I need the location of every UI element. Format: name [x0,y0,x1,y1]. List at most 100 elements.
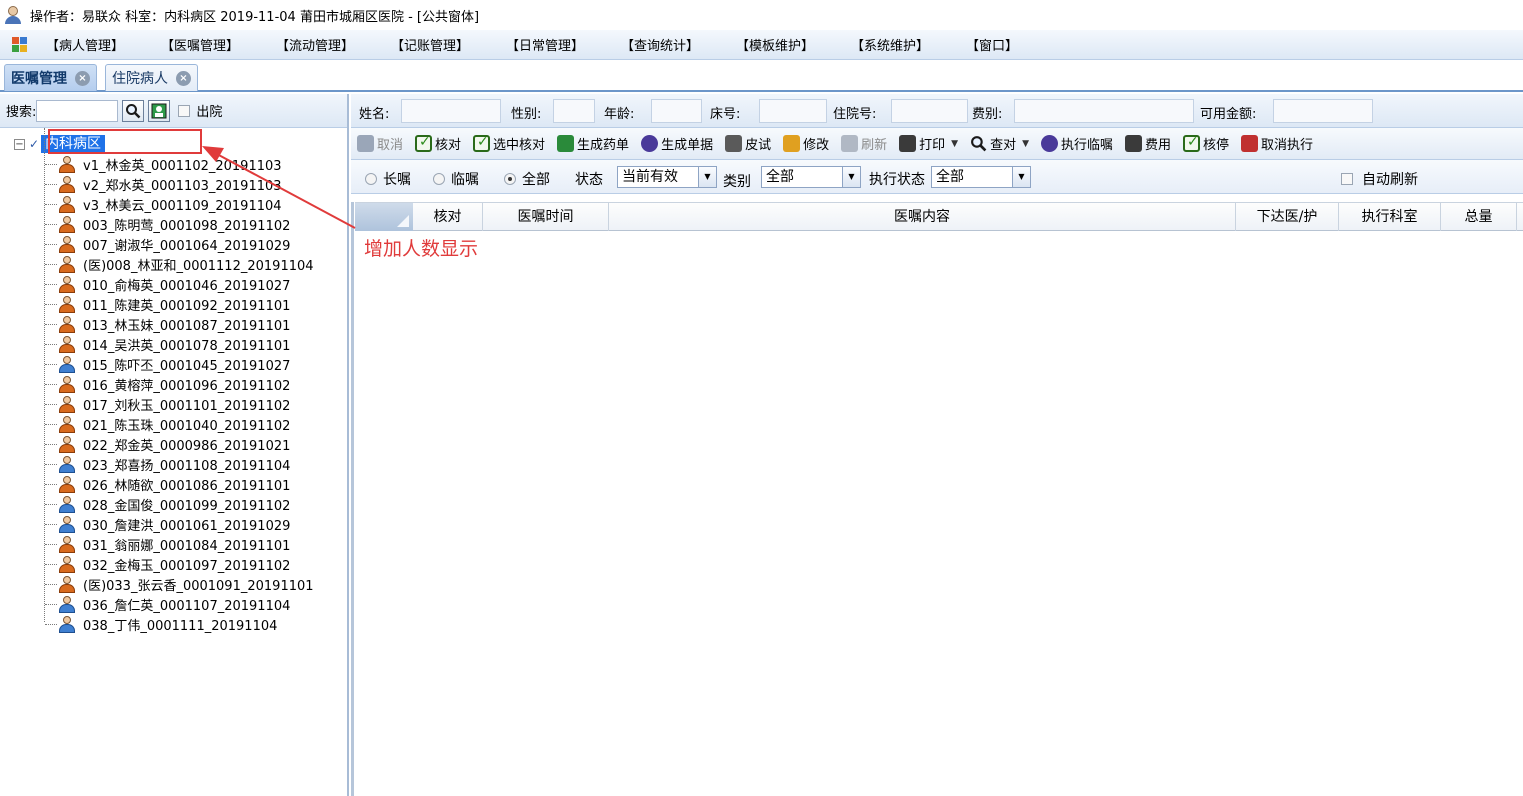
patient-tree-item[interactable]: 003_陈明莺_0001098_20191102 [0,214,347,234]
patient-tree-item[interactable]: 021_陈玉珠_0001040_20191102 [0,414,347,434]
toolbar-button[interactable]: 取消 [357,134,403,153]
menu-flow-management[interactable]: 【流动管理】 [276,35,391,54]
patient-tree-item[interactable]: 014_吴洪英_0001078_20191101 [0,334,347,354]
menu-query-statistics[interactable]: 【查询统计】 [621,35,736,54]
toolbar-button[interactable]: 取消执行 [1241,134,1313,153]
patient-tree-item[interactable]: 022_郑金英_0000986_20191021 [0,434,347,454]
collapse-icon[interactable]: − [14,138,25,150]
patient-tree-item[interactable]: 030_詹建洪_0001061_20191029 [0,514,347,534]
tab-inpatients[interactable]: 住院病人 × [105,64,198,91]
chevron-down-icon[interactable]: ▼ [698,167,716,187]
category-select[interactable]: 全部 ▼ [761,166,861,188]
close-icon[interactable]: × [176,70,191,86]
menu-template-maintenance[interactable]: 【模板维护】 [736,35,851,54]
patient-label: v2_郑水英_0001103_20191103 [83,178,282,194]
chevron-down-icon[interactable]: ▼ [1022,139,1029,149]
menu-window[interactable]: 【窗口】 [966,35,1081,54]
toolbar-button[interactable]: 生成单据 [641,134,713,153]
patient-tree-item[interactable]: 026_林随欲_0001086_20191101 [0,474,347,494]
edit-icon [783,135,801,152]
auto-refresh-option[interactable]: 自动刷新 [1341,169,1418,189]
toolbar-button[interactable]: 皮试 [725,134,771,153]
age-field[interactable] [651,99,702,123]
temporary-option[interactable]: 临嘱 [433,169,479,189]
available-amount-field[interactable] [1273,99,1373,123]
all-radio[interactable] [504,173,516,185]
admission-no-field[interactable] [891,99,968,123]
col-issuer[interactable]: 下达医/护 [1236,203,1339,231]
menu-accounting-management[interactable]: 【记账管理】 [391,35,506,54]
close-icon[interactable]: × [75,70,90,86]
status-select[interactable]: 当前有效 ▼ [617,166,717,188]
toolbar-button[interactable]: 查对 ▼ [970,134,1029,153]
toolbar-button[interactable]: 打印 ▼ [899,134,958,153]
patient-tree-item[interactable]: v3_林美云_0001109_20191104 [0,194,347,214]
all-option[interactable]: 全部 [504,169,550,189]
order-panel: 姓名: 性别: 年龄: 床号: 住院号: 费别: 可用金额: 取消 ✓ 核对 ✓ 选中核… [351,94,1523,796]
toolbar-button[interactable]: 刷新 [841,134,887,153]
patient-tree-item[interactable]: 036_詹仁英_0001107_20191104 [0,594,347,614]
auto-refresh-checkbox[interactable] [1341,173,1353,185]
patient-tree-item[interactable]: 011_陈建英_0001092_20191101 [0,294,347,314]
tab-order-management[interactable]: 医嘱管理 × [4,64,97,91]
col-order-time[interactable]: 医嘱时间 [483,203,609,231]
patient-tree-item[interactable]: v1_林金英_0001102_20191103 [0,154,347,174]
chevron-down-icon[interactable]: ▼ [1012,167,1030,187]
patient-tree-item[interactable]: 007_谢淑华_0001064_20191029 [0,234,347,254]
refresh-icon [841,135,859,152]
toolbar-button[interactable]: 修改 [783,134,829,153]
name-field[interactable] [401,99,501,123]
tree-branch-line [45,284,57,285]
patient-tree-item[interactable]: 013_林玉妹_0001087_20191101 [0,314,347,334]
exec-status-select[interactable]: 全部 ▼ [931,166,1031,188]
patient-tree-item[interactable]: 032_金梅玉_0001097_20191102 [0,554,347,574]
select-all-corner[interactable] [355,203,413,231]
menu-daily-management[interactable]: 【日常管理】 [506,35,621,54]
discharged-checkbox[interactable] [178,104,191,117]
locate-patient-button[interactable] [148,99,171,122]
col-total[interactable]: 总量 [1441,203,1517,231]
patient-tree-item[interactable]: 028_金国俊_0001099_20191102 [0,494,347,514]
patient-tree-item[interactable]: 016_黄榕萍_0001096_20191102 [0,374,347,394]
gender-field[interactable] [553,99,595,123]
col-order-content[interactable]: 医嘱内容 [609,203,1236,231]
patient-tree-item[interactable]: 023_郑喜扬_0001108_20191104 [0,454,347,474]
patient-label: 017_刘秋玉_0001101_20191102 [83,398,291,414]
patient-tree-item[interactable]: (医)033_张云香_0001091_20191101 [0,574,347,594]
chevron-down-icon[interactable]: ▼ [951,139,958,149]
toolbar-button[interactable]: 费用 [1125,134,1171,153]
toolbar-button[interactable]: 执行临嘱 [1041,134,1113,153]
tree-branch-line [45,164,57,165]
female-patient-icon [58,195,76,213]
app-menu-icon[interactable] [12,36,28,53]
long-term-radio[interactable] [365,173,377,185]
medicine-icon [557,135,575,152]
grid-left-border [351,202,354,796]
patient-tree-item[interactable]: 038_丁伟_0001111_20191104 [0,614,347,634]
menu-system-maintenance[interactable]: 【系统维护】 [851,35,966,54]
bed-field[interactable] [759,99,827,123]
gender-label: 性别: [511,107,542,122]
search-input[interactable] [36,99,119,122]
patient-list: v1_林金英_0001102_20191103 v2_郑水英_0001103_20… [0,154,347,634]
patient-tree-item[interactable]: 015_陈吓丕_0001045_20191027 [0,354,347,374]
menu-order-management[interactable]: 【医嘱管理】 [161,35,276,54]
temporary-radio[interactable] [433,173,445,185]
toolbar-button[interactable]: 生成药单 [557,134,629,153]
col-exec-dept[interactable]: 执行科室 [1339,203,1441,231]
menu-patient-management[interactable]: 【病人管理】 [46,35,161,54]
toolbar-button[interactable]: ✓ 核停 [1183,134,1229,153]
patient-tree-item[interactable]: (医)008_林亚和_0001112_20191104 [0,254,347,274]
tree-branch-line [45,484,57,485]
chevron-down-icon[interactable]: ▼ [842,167,860,187]
toolbar-button[interactable]: ✓ 选中核对 [473,134,545,153]
search-button[interactable] [122,99,145,122]
patient-tree-item[interactable]: 010_俞梅英_0001046_20191027 [0,274,347,294]
col-verify[interactable]: 核对 [413,203,483,231]
patient-tree-item[interactable]: 017_刘秋玉_0001101_20191102 [0,394,347,414]
fee-type-field[interactable] [1014,99,1194,123]
patient-tree-item[interactable]: v2_郑水英_0001103_20191103 [0,174,347,194]
long-term-option[interactable]: 长嘱 [365,169,411,189]
toolbar-button[interactable]: ✓ 核对 [415,134,461,153]
patient-tree-item[interactable]: 031_翁丽娜_0001084_20191101 [0,534,347,554]
